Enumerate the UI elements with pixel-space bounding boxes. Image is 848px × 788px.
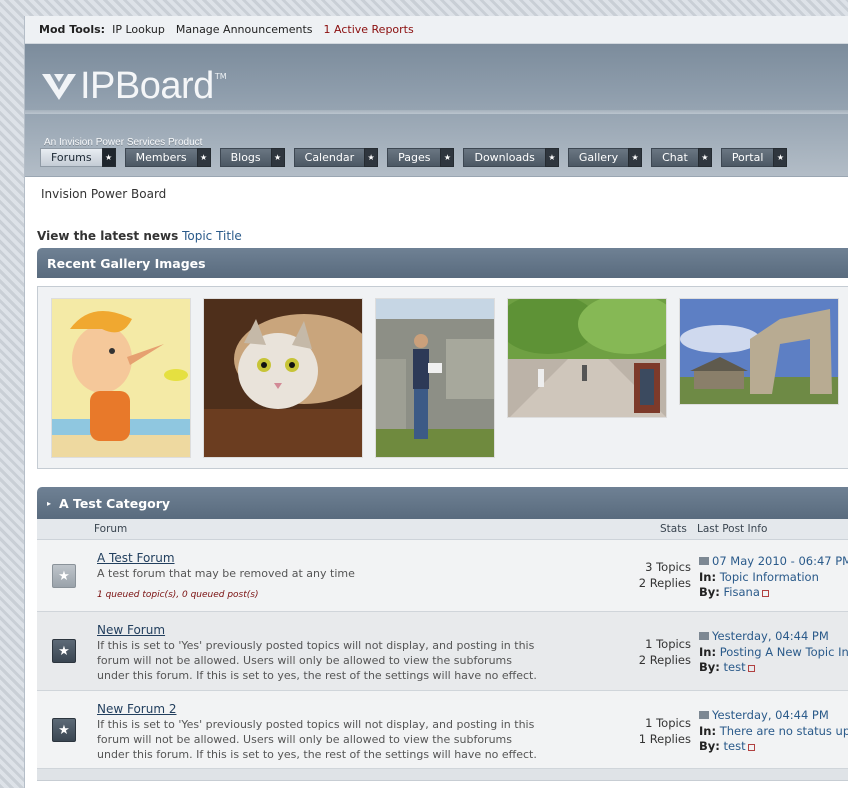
latest-news-label: View the latest news	[37, 229, 179, 243]
forum-unread-star-icon[interactable]: ★	[52, 718, 76, 742]
ruins-person-image-icon	[376, 299, 494, 457]
tab-gallery[interactable]: Gallery ★	[567, 148, 643, 167]
ruins-image-icon	[680, 299, 838, 404]
forum-stats: 3 Topics 2 Replies	[638, 560, 691, 590]
last-post-info: 07 May 2010 - 06:47 PM In: Topic Informa…	[699, 554, 848, 601]
last-post-icon[interactable]	[699, 632, 709, 640]
last-post-topic-link[interactable]: Topic Information	[720, 570, 819, 584]
tab-downloads[interactable]: Downloads ★	[463, 148, 559, 167]
last-post-topic-link[interactable]: Posting A New Topic In N	[720, 645, 848, 659]
last-post-info: Yesterday, 04:44 PM In: There are no sta…	[699, 708, 848, 755]
logo-tagline: An Invision Power Services Product	[44, 137, 203, 148]
star-icon[interactable]: ★	[628, 148, 643, 167]
mod-tools-label: Mod Tools:	[39, 23, 106, 36]
queued-notice[interactable]: 1 queued topic(s), 0 queued post(s)	[97, 590, 259, 600]
gallery-header: Recent Gallery Images	[37, 248, 848, 278]
tab-forums[interactable]: Forums ★	[40, 148, 116, 167]
forum-stats: 1 Topics 1 Replies	[638, 716, 691, 746]
ip-lookup-link[interactable]: IP Lookup	[112, 23, 165, 36]
star-icon[interactable]: ★	[773, 148, 788, 167]
mod-tools-bar: Mod Tools: IP Lookup Manage Announcement…	[25, 16, 848, 44]
forum-title-link[interactable]: New Forum 2	[97, 702, 176, 716]
last-post-author-link[interactable]: Fisana	[724, 585, 760, 599]
logo-text: IPBoard	[80, 65, 214, 107]
latest-news-link[interactable]: Topic Title	[182, 229, 242, 243]
last-post-author-link[interactable]: test	[724, 660, 746, 674]
category-title: A Test Category	[59, 495, 171, 511]
gallery-title: Recent Gallery Images	[47, 255, 206, 271]
star-icon[interactable]: ★	[544, 148, 559, 167]
gallery-thumb-cartoon[interactable]	[51, 298, 191, 458]
gallery-thumb-ruins-person[interactable]	[375, 298, 495, 458]
profile-popup-icon[interactable]	[761, 590, 769, 597]
tab-members[interactable]: Members ★	[124, 148, 211, 167]
last-post-author-link[interactable]: test	[724, 739, 746, 753]
tab-blogs[interactable]: Blogs ★	[219, 148, 285, 167]
breadcrumb[interactable]: Invision Power Board	[41, 187, 166, 201]
tab-calendar[interactable]: Calendar ★	[293, 148, 379, 167]
column-headers: Forum Stats Last Post Info	[37, 519, 848, 540]
col-last-post: Last Post Info	[697, 523, 768, 535]
category-header[interactable]: ▸ A Test Category	[37, 487, 848, 519]
page: Mod Tools: IP Lookup Manage Announcement…	[24, 16, 848, 788]
col-forum: Forum	[94, 523, 128, 535]
profile-popup-icon[interactable]	[747, 665, 755, 672]
collapse-arrow-icon[interactable]: ▸	[47, 499, 51, 508]
forum-stats: 1 Topics 2 Replies	[638, 637, 691, 667]
forum-row: ★ New Forum 2 If this is set to 'Yes' pr…	[37, 691, 848, 769]
gallery-thumb-ruins[interactable]	[679, 298, 839, 405]
forum-row: ★ A Test Forum A test forum that may be …	[37, 540, 848, 612]
tab-pages[interactable]: Pages ★	[387, 148, 455, 167]
trademark-mark: TM	[214, 72, 227, 81]
active-reports-link[interactable]: 1 Active Reports	[324, 23, 414, 36]
star-icon[interactable]: ★	[440, 148, 455, 167]
category-footer	[37, 769, 848, 781]
manage-announcements-link[interactable]: Manage Announcements	[176, 23, 313, 36]
forum-title-link[interactable]: A Test Forum	[97, 551, 175, 565]
cartoon-image-icon	[52, 299, 190, 457]
last-post-topic-link[interactable]: There are no status upd	[720, 724, 848, 738]
header-stripe	[25, 110, 848, 114]
last-post-icon[interactable]	[699, 711, 709, 719]
forum-unread-star-icon[interactable]: ★	[52, 639, 76, 663]
star-icon[interactable]: ★	[101, 148, 116, 167]
cat-image-icon	[204, 299, 362, 457]
star-icon[interactable]: ★	[196, 148, 211, 167]
logo-mark-icon	[42, 74, 76, 100]
star-icon[interactable]: ★	[697, 148, 712, 167]
tab-chat[interactable]: Chat ★	[651, 148, 712, 167]
forum-title-link[interactable]: New Forum	[97, 623, 165, 637]
gallery-strip	[37, 286, 848, 469]
forum-description: If this is set to 'Yes' previously poste…	[97, 718, 537, 761]
forum-description: A test forum that may be removed at any …	[97, 567, 355, 580]
last-post-icon[interactable]	[699, 557, 709, 565]
last-post-date[interactable]: Yesterday, 04:44 PM	[712, 629, 829, 643]
last-post-info: Yesterday, 04:44 PM In: Posting A New To…	[699, 629, 848, 676]
forum-description: If this is set to 'Yes' previously poste…	[97, 639, 537, 682]
latest-news: View the latest news Topic Title	[37, 229, 242, 243]
star-icon[interactable]: ★	[270, 148, 285, 167]
forum-read-star-icon[interactable]: ★	[52, 564, 76, 588]
site-logo[interactable]: IPBoard TM	[42, 66, 227, 106]
primary-nav: Forums ★ Members ★ Blogs ★ Calendar ★ Pages ★…	[40, 148, 796, 167]
street-image-icon	[508, 299, 666, 417]
gallery-thumb-street[interactable]	[507, 298, 667, 418]
last-post-date[interactable]: 07 May 2010 - 06:47 PM	[712, 554, 848, 568]
last-post-date[interactable]: Yesterday, 04:44 PM	[712, 708, 829, 722]
forum-row: ★ New Forum If this is set to 'Yes' prev…	[37, 612, 848, 691]
tab-portal[interactable]: Portal ★	[720, 148, 788, 167]
profile-popup-icon[interactable]	[747, 744, 755, 751]
gallery-thumb-cat[interactable]	[203, 298, 363, 458]
star-icon[interactable]: ★	[364, 148, 379, 167]
col-stats: Stats	[660, 523, 687, 535]
